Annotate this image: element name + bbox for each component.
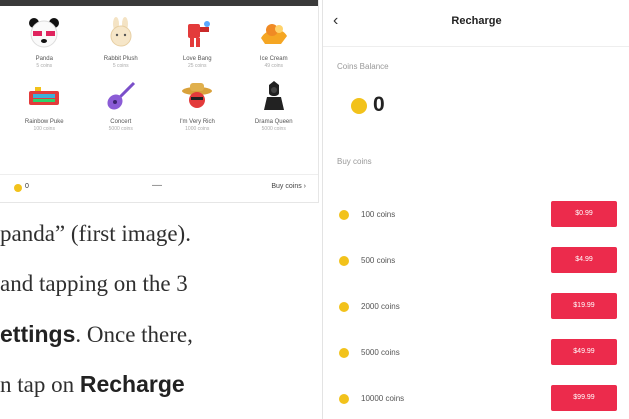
love-bang-icon xyxy=(178,14,216,52)
gift-price: 100 coins xyxy=(33,126,55,132)
coin-amount: 5000 coins xyxy=(361,348,400,357)
top-strip xyxy=(0,0,318,6)
panel-handle[interactable]: — xyxy=(152,180,162,191)
gift-price: 5 coins xyxy=(112,63,129,69)
coin-option-row[interactable]: 5000 coins $49.99 xyxy=(323,336,629,370)
buy-coins-link[interactable]: Buy coins › xyxy=(271,183,306,190)
article-line: n tap on Recharge xyxy=(0,371,185,398)
gift-item-panda[interactable]: Panda 5 coins xyxy=(6,14,83,69)
price-button[interactable]: $19.99 xyxy=(551,293,617,319)
gift-grid: Panda 5 coins Rabbit Plush 5 coins Love … xyxy=(6,14,312,132)
coin-icon xyxy=(339,394,349,404)
gift-price: 5000 coins xyxy=(261,126,286,132)
gift-price: 49 coins xyxy=(264,63,284,69)
article-text-span: . Once there, xyxy=(75,322,193,347)
gift-item-concert[interactable]: Concert 5000 coins xyxy=(83,77,160,132)
article-line: ettings. Once there, xyxy=(0,321,193,348)
coin-icon xyxy=(339,256,349,266)
rabbit-icon xyxy=(102,14,140,52)
recharge-screen: ‹ Recharge Coins Balance 0 Buy coins 100… xyxy=(322,0,629,419)
coin-icon xyxy=(14,184,22,192)
page-title: Recharge xyxy=(451,15,502,27)
gift-price: 5 coins xyxy=(36,63,53,69)
gift-name: Panda xyxy=(35,56,53,62)
coin-amount: 100 coins xyxy=(361,210,396,219)
price-button[interactable]: $99.99 xyxy=(551,385,617,411)
gift-panel: Panda 5 coins Rabbit Plush 5 coins Love … xyxy=(0,0,318,202)
drama-queen-icon xyxy=(255,77,293,115)
coin-amount: 2000 coins xyxy=(361,302,400,311)
coin-icon xyxy=(339,302,349,312)
price-button[interactable]: $49.99 xyxy=(551,339,617,365)
article-line: panda” (first image). xyxy=(0,221,191,246)
gift-name: Rabbit Plush xyxy=(103,56,138,62)
bold-term: Recharge xyxy=(79,371,185,397)
panda-icon xyxy=(25,14,63,52)
gift-item-drama-queen[interactable]: Drama Queen 5000 coins xyxy=(236,77,313,132)
gift-item-rainbow-puke[interactable]: Rainbow Puke 100 coins xyxy=(6,77,83,132)
coin-icon xyxy=(351,98,367,114)
gift-name: Concert xyxy=(110,119,132,125)
coin-amount: 10000 coins xyxy=(361,394,405,403)
gift-footer: 0 — Buy coins › xyxy=(0,174,318,201)
coin-option-row[interactable]: 100 coins $0.99 xyxy=(323,198,629,232)
coin-option-row[interactable]: 10000 coins $99.99 xyxy=(323,382,629,416)
ice-cream-icon xyxy=(255,14,293,52)
gift-price: 25 coins xyxy=(187,63,207,69)
gift-name: I'm Very Rich xyxy=(179,119,215,125)
gift-name: Ice Cream xyxy=(259,56,288,62)
price-button[interactable]: $0.99 xyxy=(551,201,617,227)
gift-name: Rainbow Puke xyxy=(24,119,64,125)
coin-icon xyxy=(339,210,349,220)
gift-item-very-rich[interactable]: I'm Very Rich 1000 coins xyxy=(159,77,236,132)
guitar-icon xyxy=(102,77,140,115)
gift-price: 5000 coins xyxy=(108,126,133,132)
header: ‹ Recharge xyxy=(323,0,629,47)
balance-label: Coins Balance xyxy=(337,62,389,71)
article-line: and tapping on the 3 xyxy=(0,271,188,296)
coin-option-row[interactable]: 2000 coins $19.99 xyxy=(323,290,629,324)
gift-item-rabbit[interactable]: Rabbit Plush 5 coins xyxy=(83,14,160,69)
coin-option-row[interactable]: 500 coins $4.99 xyxy=(323,244,629,278)
gift-price: 1000 coins xyxy=(185,126,210,132)
gift-balance: 0 xyxy=(25,183,29,190)
rich-hat-icon xyxy=(178,77,216,115)
article-text: panda” (first image). and tapping on the… xyxy=(0,205,318,419)
gift-item-ice-cream[interactable]: Ice Cream 49 coins xyxy=(236,14,313,69)
gift-item-love-bang[interactable]: Love Bang 25 coins xyxy=(159,14,236,69)
gift-name: Love Bang xyxy=(182,56,212,62)
rainbow-puke-icon xyxy=(25,77,63,115)
bold-term: ettings xyxy=(0,321,76,347)
article-text-span: n tap on xyxy=(0,372,80,397)
buy-coins-label: Buy coins xyxy=(337,157,372,166)
coin-icon xyxy=(339,348,349,358)
coin-amount: 500 coins xyxy=(361,256,396,265)
balance-value: 0 xyxy=(373,93,385,116)
gift-name: Drama Queen xyxy=(254,119,293,125)
price-button[interactable]: $4.99 xyxy=(551,247,617,273)
